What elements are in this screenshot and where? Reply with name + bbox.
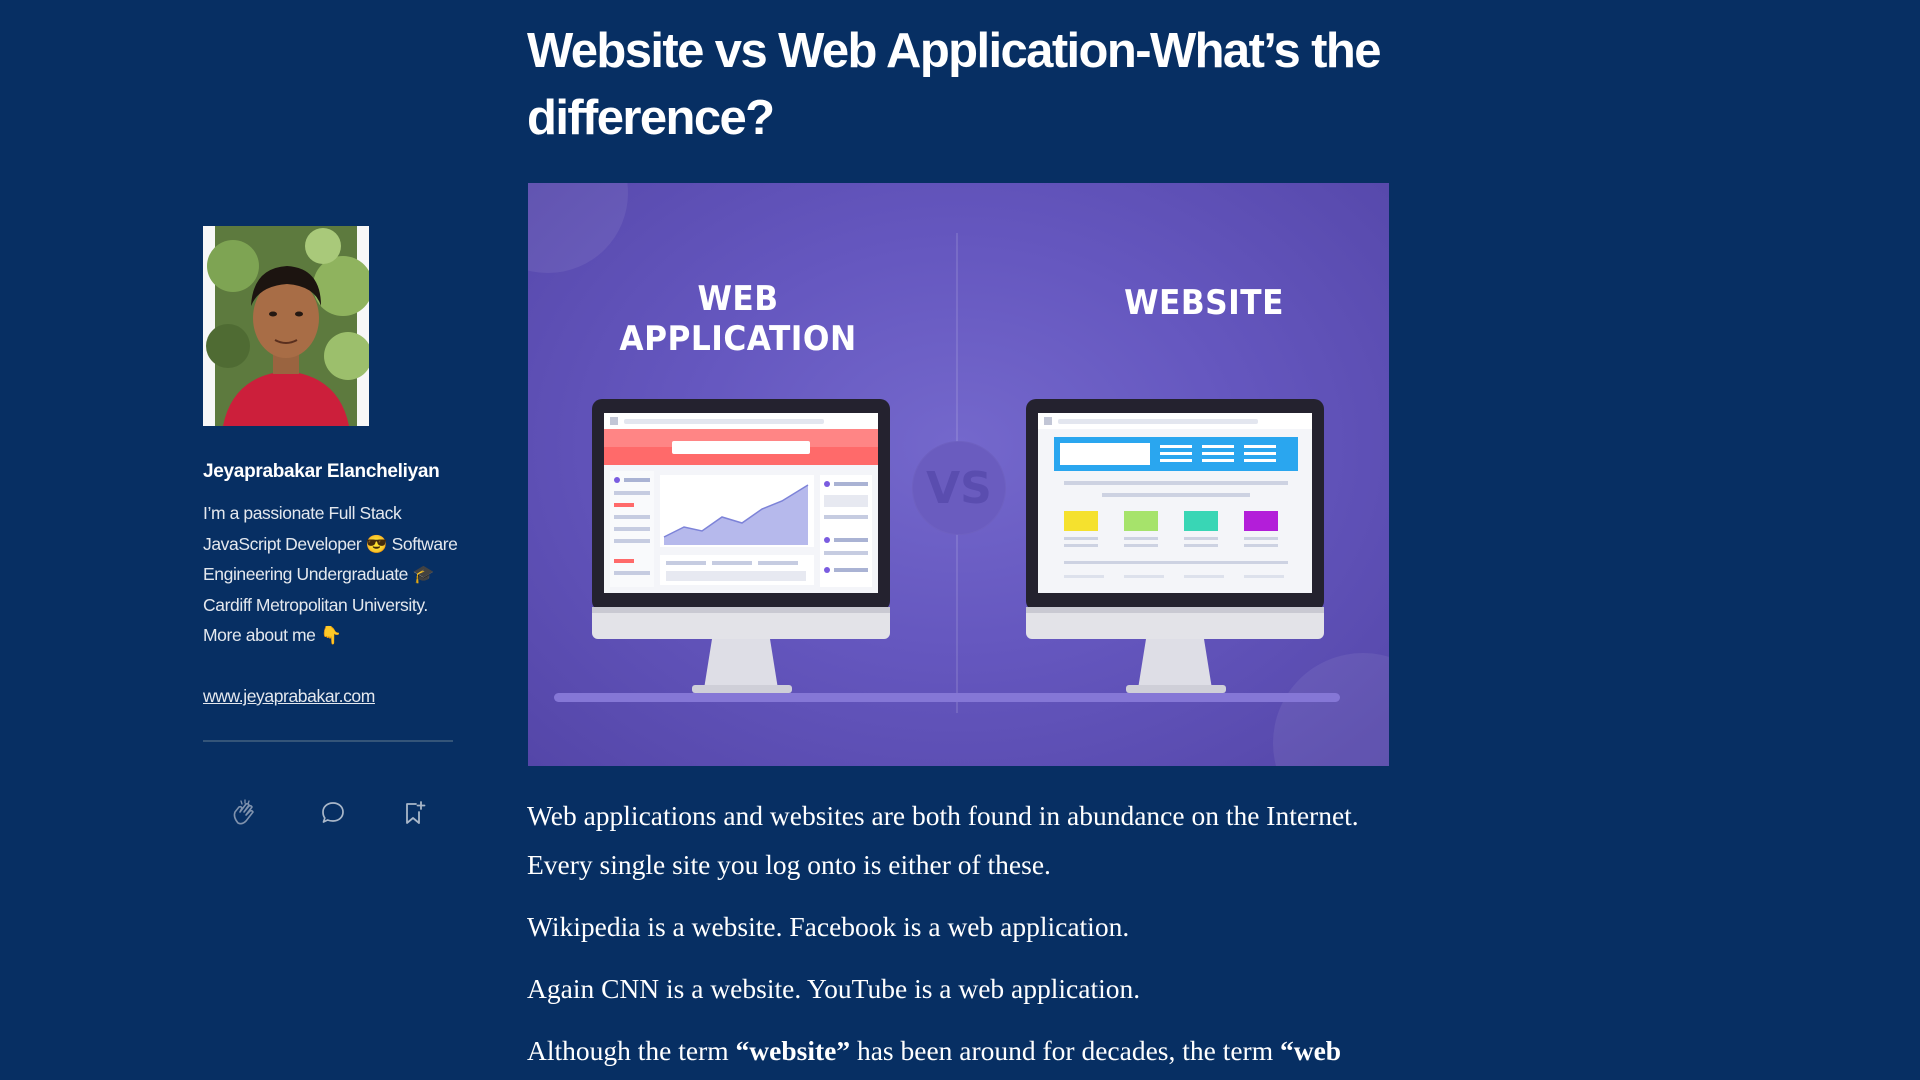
paragraph: Web applications and websites are both f…	[527, 800, 1359, 880]
paragraph: Although the term “website” has been aro…	[527, 1026, 1407, 1075]
author-avatar[interactable]	[203, 226, 369, 426]
bold-term-website: “website”	[735, 1035, 851, 1066]
author-name[interactable]: Jeyaprabakar Elancheliyan	[203, 458, 463, 486]
article-body: Web applications and websites are both f…	[527, 791, 1407, 1080]
sidebar-divider	[203, 740, 453, 742]
bookmark-add-icon	[406, 801, 426, 824]
author-website-link[interactable]: www.jeyaprabakar.com	[203, 681, 375, 711]
vs-badge: VS	[912, 441, 1006, 535]
paragraph: Again CNN is a website. YouTube is a web…	[527, 973, 1141, 1004]
clap-button[interactable]	[227, 796, 261, 830]
article-title: Website vs Web Application-What’s the di…	[527, 24, 1381, 145]
paragraph-text: has been around for decades, the term	[850, 1035, 1280, 1066]
author-bio: I’m a passionate Full Stack JavaScript D…	[203, 503, 458, 645]
clap-icon	[233, 799, 254, 825]
comment-button[interactable]	[316, 796, 350, 830]
website-monitor	[1026, 399, 1324, 693]
paragraph-text: Although the term	[527, 1035, 736, 1066]
hero-shelf	[554, 693, 1340, 702]
web-application-monitor	[592, 399, 890, 693]
decorative-circle	[528, 183, 628, 273]
paragraph: Wikipedia is a website. Facebook is a we…	[527, 911, 1130, 942]
hero-image: WEB APPLICATION WEBSITE VS	[528, 183, 1389, 766]
website-label: WEBSITE	[1124, 283, 1284, 323]
save-button[interactable]	[397, 796, 431, 830]
bold-term-web: “web	[1279, 1035, 1342, 1066]
comment-icon	[322, 802, 344, 823]
web-application-label: WEB APPLICATION	[619, 279, 857, 359]
